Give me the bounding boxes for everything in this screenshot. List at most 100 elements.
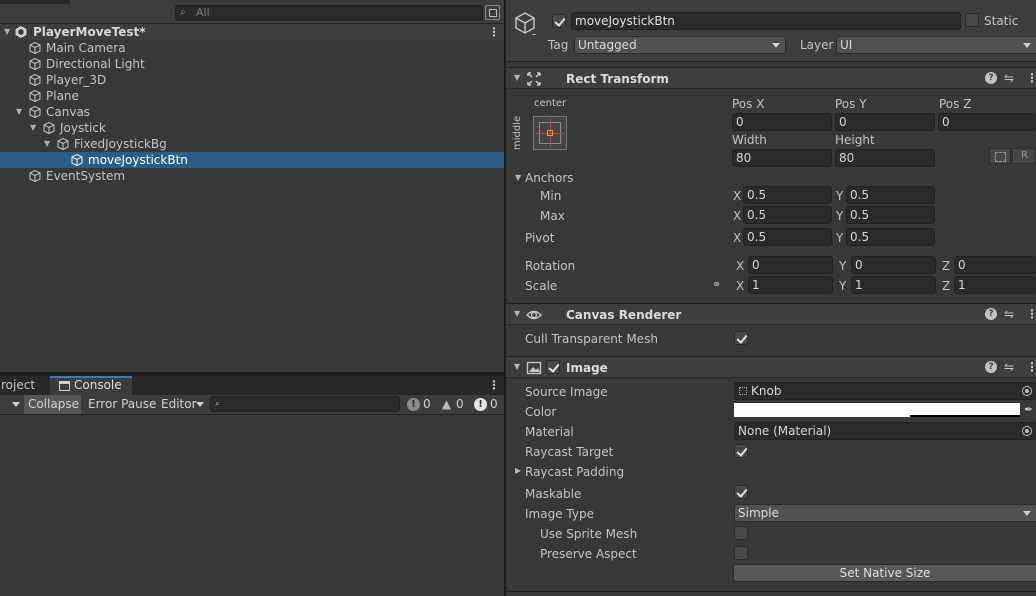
- pivot-x-axis: X: [733, 231, 742, 245]
- hierarchy-item[interactable]: ▼ Canvas: [0, 104, 504, 120]
- image-component-header[interactable]: ▼ Image ? ⇋ ⋮: [506, 356, 1036, 378]
- min-y-axis: Y: [836, 189, 844, 203]
- pivot-label: Pivot: [525, 231, 555, 245]
- image-enabled-checkbox[interactable]: [546, 360, 560, 374]
- expand-arrow-icon[interactable]: ▼: [30, 120, 40, 136]
- hierarchy-item-label: Main Camera: [46, 41, 126, 55]
- raw-edit-button[interactable]: R: [1012, 148, 1036, 164]
- hierarchy-search-input[interactable]: ⌕ All: [175, 5, 483, 21]
- scale-x-field[interactable]: 1: [748, 276, 833, 294]
- width-field[interactable]: 80: [732, 149, 832, 167]
- fold-arrow-icon[interactable]: ▼: [514, 308, 520, 320]
- object-picker-icon[interactable]: [1022, 386, 1032, 396]
- pos-y-field[interactable]: 0: [835, 113, 935, 131]
- expand-arrow-icon[interactable]: ▼: [44, 136, 54, 152]
- hierarchy-item[interactable]: Main Camera: [0, 40, 504, 56]
- preset-icon[interactable]: ⇋: [1004, 71, 1016, 85]
- height-field[interactable]: 80: [835, 149, 935, 167]
- clear-dropdown-button[interactable]: [0, 395, 22, 414]
- anchors-label[interactable]: Anchors: [525, 170, 574, 186]
- editor-dropdown[interactable]: Editor: [157, 395, 207, 414]
- hierarchy-item[interactable]: Plane: [0, 88, 504, 104]
- cull-transparent-mesh-checkbox[interactable]: [734, 331, 748, 345]
- pivot-x-field[interactable]: 0.5: [743, 228, 832, 246]
- tab-project[interactable]: roject: [0, 376, 48, 395]
- error-pause-toggle[interactable]: Error Pause: [84, 395, 156, 414]
- canvas-renderer-header[interactable]: ▼ Canvas Renderer ? ⇋ ⋮: [506, 303, 1036, 325]
- help-icon[interactable]: ?: [985, 72, 997, 84]
- static-checkbox[interactable]: [965, 13, 979, 27]
- error-icon: !: [474, 398, 487, 411]
- rot-x-axis: X: [736, 259, 745, 273]
- gameobject-cube-icon[interactable]: [513, 11, 537, 35]
- component-menu-icon[interactable]: ⋮: [1026, 307, 1036, 321]
- scale-z-field[interactable]: 1: [954, 276, 1036, 294]
- hierarchy-item[interactable]: Directional Light: [0, 56, 504, 72]
- scene-row[interactable]: ▼ PlayerMoveTest* ⋮: [0, 24, 504, 40]
- color-swatch[interactable]: [734, 403, 1020, 417]
- fold-arrow-icon[interactable]: ▼: [514, 361, 520, 373]
- help-icon[interactable]: ?: [985, 361, 997, 373]
- console-search-input[interactable]: ⌕: [210, 396, 400, 412]
- hierarchy-item-label: Directional Light: [46, 57, 145, 71]
- component-menu-icon[interactable]: ⋮: [1026, 71, 1036, 85]
- constrain-proportions-link-icon[interactable]: ⚭: [712, 279, 726, 291]
- material-field[interactable]: None (Material): [734, 422, 1036, 440]
- use-sprite-mesh-checkbox[interactable]: [734, 526, 748, 540]
- tab-console[interactable]: Console: [50, 376, 132, 395]
- pos-z-field[interactable]: 0: [938, 113, 1036, 131]
- console-menu-icon[interactable]: ⋮: [488, 378, 500, 392]
- source-image-field[interactable]: Knob: [734, 382, 1036, 400]
- console-log-area[interactable]: [0, 415, 504, 596]
- anchor-min-y-field[interactable]: 0.5: [846, 186, 935, 204]
- pos-x-field[interactable]: 0: [732, 113, 832, 131]
- hierarchy-filter-icon[interactable]: [485, 5, 500, 20]
- gameobject-active-checkbox[interactable]: [552, 14, 566, 28]
- expand-arrow-icon[interactable]: ▼: [4, 24, 14, 40]
- anchor-max-y-field[interactable]: 0.5: [846, 206, 935, 224]
- preset-icon[interactable]: ⇋: [1004, 360, 1016, 374]
- component-menu-icon[interactable]: ⋮: [1026, 360, 1036, 374]
- anchor-min-x-field[interactable]: 0.5: [743, 186, 832, 204]
- raycast-padding-label[interactable]: Raycast Padding: [525, 464, 624, 480]
- search-icon: ⌕: [180, 7, 186, 18]
- pivot-y-field[interactable]: 0.5: [846, 228, 935, 246]
- hierarchy-item[interactable]: EventSystem: [0, 168, 504, 184]
- hierarchy-item[interactable]: ▼ FixedJoystickBg: [0, 136, 504, 152]
- anchor-max-x-field[interactable]: 0.5: [743, 206, 832, 224]
- tag-dropdown[interactable]: Untagged: [574, 36, 786, 54]
- hierarchy-item[interactable]: ▼ Joystick: [0, 120, 504, 136]
- chevron-down-icon: [1023, 43, 1031, 48]
- preset-icon[interactable]: ⇋: [1004, 307, 1016, 321]
- fold-arrow-icon[interactable]: ▼: [514, 72, 520, 84]
- raycast-padding-fold-icon[interactable]: ▶: [515, 465, 521, 477]
- raycast-target-checkbox[interactable]: [734, 444, 748, 458]
- object-picker-icon[interactable]: [1022, 426, 1032, 436]
- rotation-x-field[interactable]: 0: [748, 256, 833, 274]
- rect-transform-header[interactable]: ▼ Rect Transform ? ⇋ ⋮: [506, 67, 1036, 89]
- gameobject-name-input[interactable]: moveJoystickBtn: [571, 12, 961, 30]
- hierarchy-item[interactable]: moveJoystickBtn: [0, 152, 504, 168]
- scene-menu-icon[interactable]: ⋮: [488, 25, 500, 39]
- chevron-down-icon: [772, 43, 780, 48]
- cull-transparent-mesh-label: Cull Transparent Mesh: [525, 332, 658, 346]
- eyedropper-icon[interactable]: ✒: [1024, 404, 1036, 416]
- image-type-label: Image Type: [525, 507, 594, 521]
- rotation-y-field[interactable]: 0: [851, 256, 936, 274]
- rotation-z-field[interactable]: 0: [954, 256, 1036, 274]
- anchors-fold-icon[interactable]: ▼: [515, 172, 521, 184]
- scale-y-field[interactable]: 1: [851, 276, 936, 294]
- set-native-size-button[interactable]: Set Native Size: [733, 564, 1036, 582]
- collapse-toggle[interactable]: Collapse: [24, 395, 81, 414]
- expand-arrow-icon[interactable]: ▼: [16, 104, 26, 120]
- image-type-dropdown[interactable]: Simple: [734, 504, 1036, 522]
- blueprint-mode-button[interactable]: [989, 148, 1011, 164]
- hierarchy-item-label: Canvas: [46, 105, 91, 119]
- pos-y-label: Pos Y: [835, 97, 867, 111]
- maskable-checkbox[interactable]: [734, 485, 748, 499]
- preserve-aspect-checkbox[interactable]: [734, 546, 748, 560]
- layer-dropdown[interactable]: UI: [836, 36, 1036, 54]
- hierarchy-item[interactable]: Player_3D: [0, 72, 504, 88]
- anchor-preset-button[interactable]: [533, 116, 567, 150]
- help-icon[interactable]: ?: [985, 308, 997, 320]
